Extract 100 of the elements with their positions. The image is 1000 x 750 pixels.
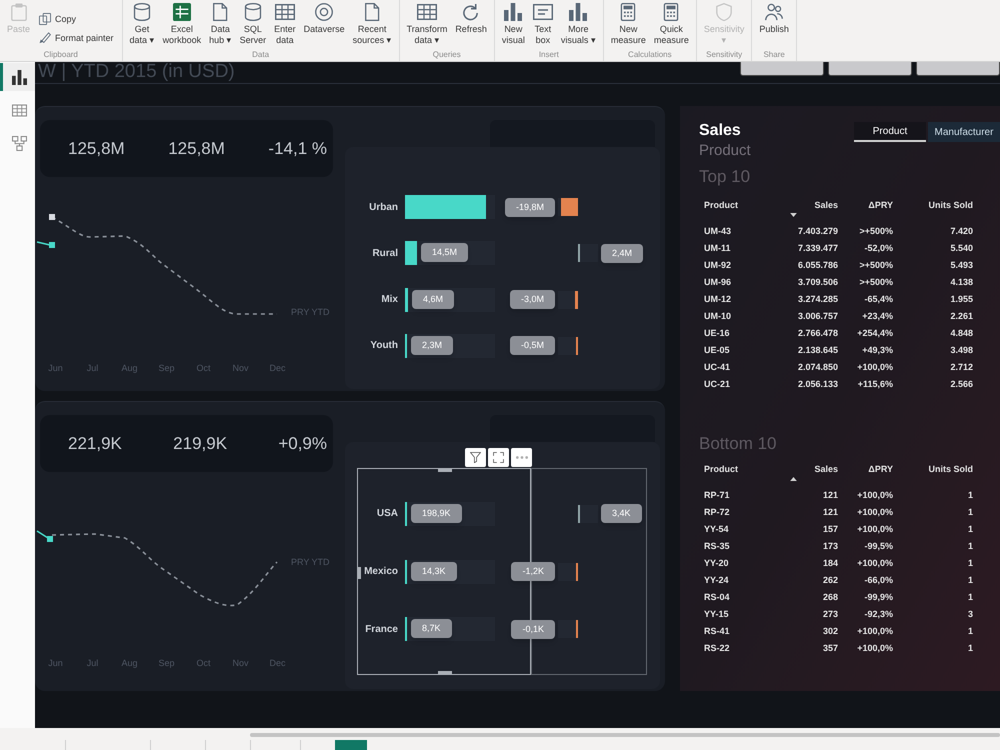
ribbon-button[interactable]: Enter data bbox=[273, 3, 297, 46]
axis-label: Jun bbox=[47, 657, 64, 669]
axis-label: Sep bbox=[157, 657, 176, 669]
bar-chart-icon bbox=[568, 3, 588, 21]
table-cell-text: 268 bbox=[822, 591, 838, 604]
text-box-icon bbox=[532, 3, 553, 21]
kpi-value: -14,1 % bbox=[268, 138, 327, 160]
table-cell-text: -99,9% bbox=[863, 591, 893, 604]
group-label: Data bbox=[251, 50, 270, 60]
table-cell-text: RS-41 bbox=[704, 625, 731, 638]
horizontal-scrollbar[interactable] bbox=[250, 733, 1000, 737]
ribbon-button[interactable]: New measure bbox=[610, 3, 647, 46]
ribbon-button[interactable]: More visuals ▾ bbox=[560, 3, 597, 46]
column-header[interactable]: Sales bbox=[790, 463, 838, 481]
axis-label: Dec bbox=[268, 657, 286, 669]
table-cell-text: 2.056.133 bbox=[796, 378, 838, 391]
table-cell-text: YY-24 bbox=[704, 574, 730, 587]
table-cell-text: -66,0% bbox=[863, 574, 893, 587]
table-cell-text: UM-10 bbox=[704, 310, 732, 323]
ribbon-button[interactable]: SQL Server bbox=[238, 3, 268, 46]
table-cell-text: 4.848 bbox=[949, 327, 973, 340]
group-label: Insert bbox=[538, 50, 560, 60]
table-cell-text: 7.339.477 bbox=[796, 242, 838, 255]
table-cell-text: 5.493 bbox=[949, 259, 973, 272]
filter-icon bbox=[470, 452, 481, 463]
table-cell-text: 2.712 bbox=[949, 361, 973, 374]
column-header[interactable]: ΔPRY bbox=[838, 463, 893, 481]
spreadsheet-icon bbox=[172, 3, 192, 21]
table-cell-text: 3 bbox=[966, 608, 973, 621]
ribbon-button[interactable]: Get data ▾ bbox=[128, 3, 156, 46]
ribbon-button[interactable]: Publish bbox=[758, 3, 790, 35]
ribbon-button[interactable]: Data hub ▾ bbox=[208, 3, 233, 46]
filter-button[interactable] bbox=[465, 448, 486, 467]
table-cell-text: RS-04 bbox=[704, 591, 731, 604]
ribbon-button[interactable]: Excel workbook bbox=[162, 3, 202, 46]
table-cell-text: +115,6% bbox=[856, 378, 893, 391]
table-cell-text: 1 bbox=[966, 523, 973, 536]
table-cell-text: 7.420 bbox=[949, 225, 973, 238]
model-icon bbox=[12, 136, 26, 150]
database-icon bbox=[132, 3, 152, 21]
ribbon-button[interactable]: Text box bbox=[532, 3, 554, 46]
toggle-tab[interactable]: Manufacturer bbox=[928, 122, 1000, 142]
ribbon-button[interactable]: Format painter bbox=[37, 32, 116, 44]
column-header[interactable]: ΔPRY bbox=[838, 199, 893, 217]
panel-subtitle: Product bbox=[699, 141, 751, 161]
table-cell-text: 1 bbox=[966, 506, 973, 519]
ribbon-button[interactable]: Dataverse bbox=[302, 3, 346, 35]
table-cell-text: UC-21 bbox=[704, 378, 732, 391]
focus-mode-icon bbox=[493, 452, 504, 463]
column-header[interactable]: Product bbox=[704, 463, 790, 481]
nav-button[interactable] bbox=[916, 62, 1000, 76]
column-header[interactable]: Units Sold bbox=[893, 199, 973, 217]
value-label: 198,9K bbox=[411, 504, 462, 523]
ribbon-button[interactable]: New visual bbox=[500, 3, 526, 46]
ribbon-button[interactable]: Recent sources ▾ bbox=[352, 3, 393, 46]
pencil-icon bbox=[39, 32, 52, 44]
column-header[interactable]: Units Sold bbox=[893, 463, 973, 481]
kpi-value: 219,9K bbox=[173, 432, 228, 455]
value-label: 3,4K bbox=[601, 504, 642, 524]
axis-label: Aug bbox=[120, 362, 138, 374]
table-cell-text: UM-43 bbox=[704, 225, 732, 238]
view-button[interactable] bbox=[0, 63, 35, 91]
toggle-tab[interactable]: Product bbox=[854, 122, 926, 142]
ribbon-button[interactable]: Refresh bbox=[454, 3, 488, 35]
table-cell-text: UC-41 bbox=[704, 361, 732, 374]
table-cell-text: +100,0% bbox=[856, 361, 893, 374]
value-label: 4,6M bbox=[412, 290, 454, 309]
shield-icon bbox=[714, 3, 734, 21]
table-cell-text: 4.138 bbox=[949, 276, 973, 289]
ribbon-button[interactable]: Quick measure bbox=[652, 3, 690, 46]
value-label: -1,2K bbox=[511, 562, 555, 581]
table-cell-text: 121 bbox=[822, 506, 838, 519]
ribbon-button[interactable]: Copy bbox=[37, 13, 116, 25]
axis-label: Nov bbox=[231, 657, 250, 669]
report-title: W | YTD 2015 (in USD) bbox=[37, 62, 235, 82]
table-cell-text: +100,0% bbox=[856, 489, 893, 502]
group-label: Share bbox=[762, 50, 786, 60]
table-icon bbox=[416, 3, 437, 21]
focus-mode-button[interactable] bbox=[488, 448, 509, 467]
column-header[interactable]: Product bbox=[704, 199, 790, 217]
axis-label: Jun bbox=[47, 362, 64, 374]
table-cell-text: 1 bbox=[966, 540, 973, 553]
table-cell-text: 2.074.850 bbox=[796, 361, 838, 374]
column-header[interactable]: Sales bbox=[790, 199, 838, 217]
value-label: 2,3M bbox=[411, 336, 454, 355]
table-cell-text: 1 bbox=[966, 642, 973, 655]
table-cell-text: 157 bbox=[822, 523, 838, 536]
value-label: -19,8M bbox=[504, 198, 555, 217]
table-cell-text: 1 bbox=[966, 489, 973, 502]
copy-icon bbox=[39, 13, 52, 25]
table-cell-text: UM-11 bbox=[704, 242, 732, 255]
value-label: 14,5M bbox=[421, 243, 468, 262]
table-cell-text: >+500% bbox=[858, 259, 893, 272]
ribbon-button[interactable]: Transform data ▾ bbox=[406, 3, 448, 46]
nav-button[interactable] bbox=[740, 62, 824, 76]
value-label: -0,1K bbox=[511, 620, 555, 639]
nav-button[interactable] bbox=[828, 62, 912, 76]
category-label: Rural bbox=[371, 246, 398, 261]
series-label: PRY YTD bbox=[291, 556, 330, 569]
category-label: Urban bbox=[368, 200, 398, 215]
